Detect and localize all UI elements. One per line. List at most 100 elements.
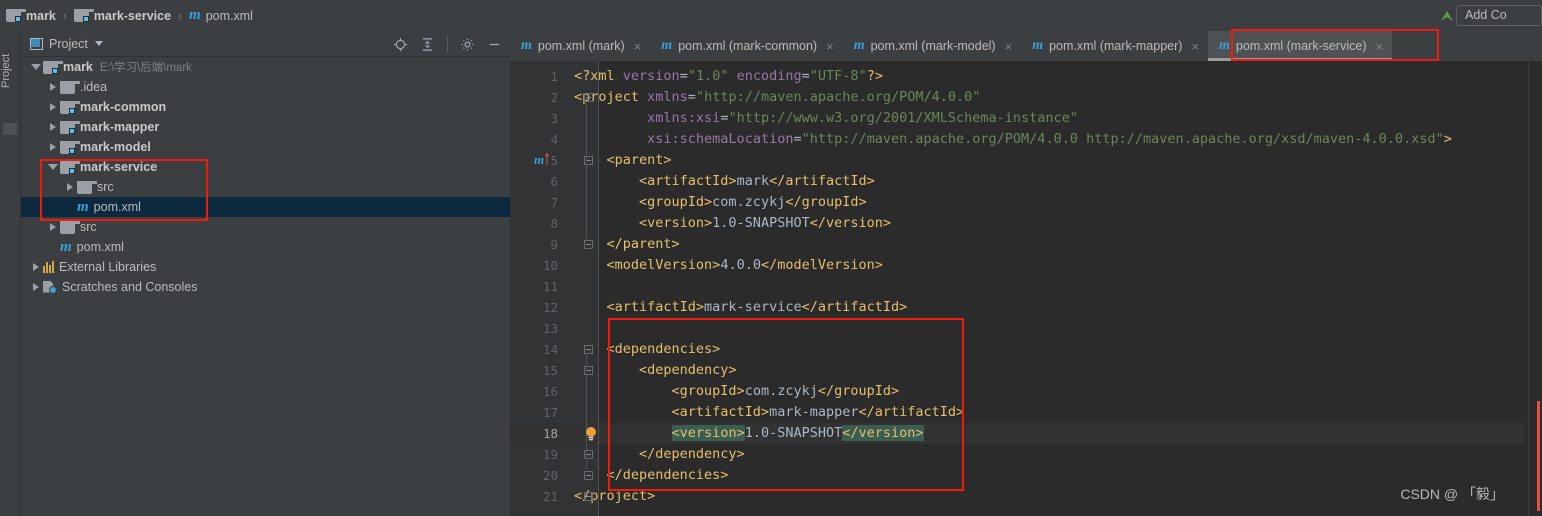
project-panel-header: Project [21, 31, 510, 57]
project-tree[interactable]: mark E:\学习\后端\mark .idea mark-common mark-ma… [21, 57, 510, 516]
code-line[interactable]: 8 <version>1.0-SNAPSHOT</version> [510, 213, 1524, 234]
code-line[interactable]: 12 <artifactId>mark-service</artifactId> [510, 297, 1524, 318]
tree-item-scratches-and-consoles[interactable]: Scratches and Consoles [21, 277, 510, 297]
close-icon[interactable]: × [634, 39, 642, 54]
chevron-right-icon[interactable] [46, 123, 60, 131]
code-line[interactable]: 17 <artifactId>mark-mapper</artifactId> [510, 402, 1524, 423]
editor-tab-bar[interactable]: m pom.xml (mark) × m pom.xml (mark-common) × m… [510, 31, 1542, 61]
tree-item-src[interactable]: src [21, 177, 510, 197]
code-line[interactable]: 13 [510, 318, 1524, 339]
code-line-text: <groupId>com.zcykj</groupId> [574, 381, 900, 402]
project-panel-title: Project [49, 36, 88, 51]
code-line[interactable]: 5 <parent> [510, 150, 1524, 171]
code-token: mark-service [704, 299, 802, 315]
code-line[interactable]: 11 [510, 276, 1524, 297]
add-configuration-button[interactable]: Add Co [1456, 5, 1542, 26]
code-line[interactable]: 10 <modelVersion>4.0.0</modelVersion> [510, 255, 1524, 276]
close-icon[interactable]: × [826, 39, 834, 54]
breadcrumb-item-mark[interactable]: mark [6, 9, 56, 23]
chevron-right-icon[interactable] [29, 283, 43, 291]
code-token: </version> [809, 215, 891, 231]
code-line[interactable]: 19 </dependency> [510, 444, 1524, 465]
breadcrumb-item-pom[interactable]: m pom.xml [189, 8, 253, 23]
code-fold-collapse-icon[interactable] [582, 343, 595, 356]
code-fold-collapse-icon[interactable] [582, 91, 595, 104]
code-token: </modelVersion> [760, 257, 883, 273]
code-token: "http://maven.apache.org/POM/4.0.0 http:… [801, 131, 1444, 147]
project-view-icon [30, 37, 43, 50]
editor-tab[interactable]: m pom.xml (mark-mapper) × [1021, 31, 1209, 61]
chevron-right-icon[interactable] [46, 143, 60, 151]
editor-tab[interactable]: m pom.xml (mark-model) × [842, 31, 1022, 61]
chevron-right-icon[interactable] [46, 83, 60, 91]
tree-item-src[interactable]: src [21, 217, 510, 237]
code-line[interactable]: 2 <project xmlns="http://maven.apache.org… [510, 87, 1524, 108]
breadcrumb-item-mark-service[interactable]: mark-service [73, 9, 171, 23]
line-number: 4 [550, 132, 558, 147]
editor-tab[interactable]: m pom.xml (mark) × [510, 31, 651, 61]
tool-window-button-project[interactable]: Project [0, 36, 20, 88]
chevron-down-icon[interactable] [29, 64, 43, 70]
code-line[interactable]: 15 <dependency> [510, 360, 1524, 381]
close-icon[interactable]: × [1191, 39, 1199, 54]
code-line[interactable]: 16 <groupId>com.zcykj</groupId> [510, 381, 1524, 402]
code-fold-end-icon[interactable] [582, 448, 595, 461]
tree-item-mark-service[interactable]: mark-service [21, 157, 510, 177]
tree-item-pom-xml[interactable]: m pom.xml [21, 237, 510, 257]
error-stripe-marker[interactable] [1537, 401, 1540, 511]
code-line[interactable]: 18 <version>1.0-SNAPSHOT</version> [510, 423, 1524, 444]
code-line[interactable]: 3 xmlns:xsi="http://www.w3.org/2001/XMLS… [510, 108, 1524, 129]
gear-icon[interactable] [460, 37, 475, 52]
chevron-right-icon[interactable] [29, 263, 43, 271]
tree-item-mark-model[interactable]: mark-model [21, 137, 510, 157]
chevron-right-icon[interactable] [46, 103, 60, 111]
line-number: 2 [550, 90, 558, 105]
code-editor[interactable]: 1 <?xml version="1.0" encoding="UTF-8"?> 2… [510, 61, 1542, 516]
fold-region-line [586, 164, 587, 238]
minimize-icon[interactable] [487, 37, 502, 52]
code-token: </groupId> [785, 194, 867, 210]
intention-bulb-icon[interactable] [584, 426, 598, 442]
collapse-all-icon[interactable] [420, 37, 435, 52]
code-line-text: <groupId>com.zcykj</groupId> [574, 192, 867, 213]
code-line[interactable]: 9 </parent> [510, 234, 1524, 255]
code-line[interactable]: 4 xsi:schemaLocation="http://maven.apach… [510, 129, 1524, 150]
editor-code-area[interactable]: 1 <?xml version="1.0" encoding="UTF-8"?> 2… [510, 61, 1524, 516]
maven-file-icon: m [521, 38, 532, 53]
tree-item-external-libraries[interactable]: External Libraries [21, 257, 510, 277]
code-token: = [679, 68, 688, 84]
vcs-update-arrow-icon[interactable] [1438, 7, 1456, 25]
select-opened-file-icon[interactable] [393, 37, 408, 52]
code-line[interactable]: 1 <?xml version="1.0" encoding="UTF-8"?> [510, 66, 1524, 87]
close-icon[interactable]: × [1005, 39, 1013, 54]
editor-tab[interactable]: m pom.xml (mark-common) × [650, 31, 843, 61]
code-token: </artifactId> [801, 299, 908, 315]
code-line[interactable]: 14 <dependencies> [510, 339, 1524, 360]
code-fold-collapse-icon[interactable] [582, 364, 595, 377]
tree-item-label: External Libraries [59, 260, 157, 274]
code-token: = [793, 131, 802, 147]
tree-item--idea[interactable]: .idea [21, 77, 510, 97]
code-fold-end-icon[interactable] [582, 469, 595, 482]
code-fold-collapse-icon[interactable] [582, 154, 595, 167]
triangle-glyph [33, 263, 39, 271]
code-fold-end-icon[interactable] [582, 490, 595, 503]
code-fold-end-icon[interactable] [582, 238, 595, 251]
chevron-down-icon[interactable] [46, 164, 60, 170]
editor-tab[interactable]: m pom.xml (mark-service) × [1208, 31, 1393, 61]
tree-item-mark-mapper[interactable]: mark-mapper [21, 117, 510, 137]
code-line[interactable]: 21 </project> [510, 486, 1524, 507]
code-line[interactable]: 7 <groupId>com.zcykj</groupId> [510, 192, 1524, 213]
tree-item-mark[interactable]: mark E:\学习\后端\mark [21, 57, 510, 77]
chevron-right-icon[interactable] [46, 223, 60, 231]
tree-item-mark-common[interactable]: mark-common [21, 97, 510, 117]
triangle-glyph [50, 223, 56, 231]
chevron-down-icon[interactable] [94, 41, 103, 46]
maven-parent-nav-icon[interactable]: m [534, 152, 558, 168]
code-line[interactable]: 6 <artifactId>mark</artifactId> [510, 171, 1524, 192]
breadcrumb-label: pom.xml [205, 8, 253, 23]
code-line[interactable]: 20 </dependencies> [510, 465, 1524, 486]
chevron-right-icon[interactable] [63, 183, 77, 191]
tree-item-pom-xml[interactable]: m pom.xml [21, 197, 510, 217]
close-icon[interactable]: × [1375, 39, 1383, 54]
